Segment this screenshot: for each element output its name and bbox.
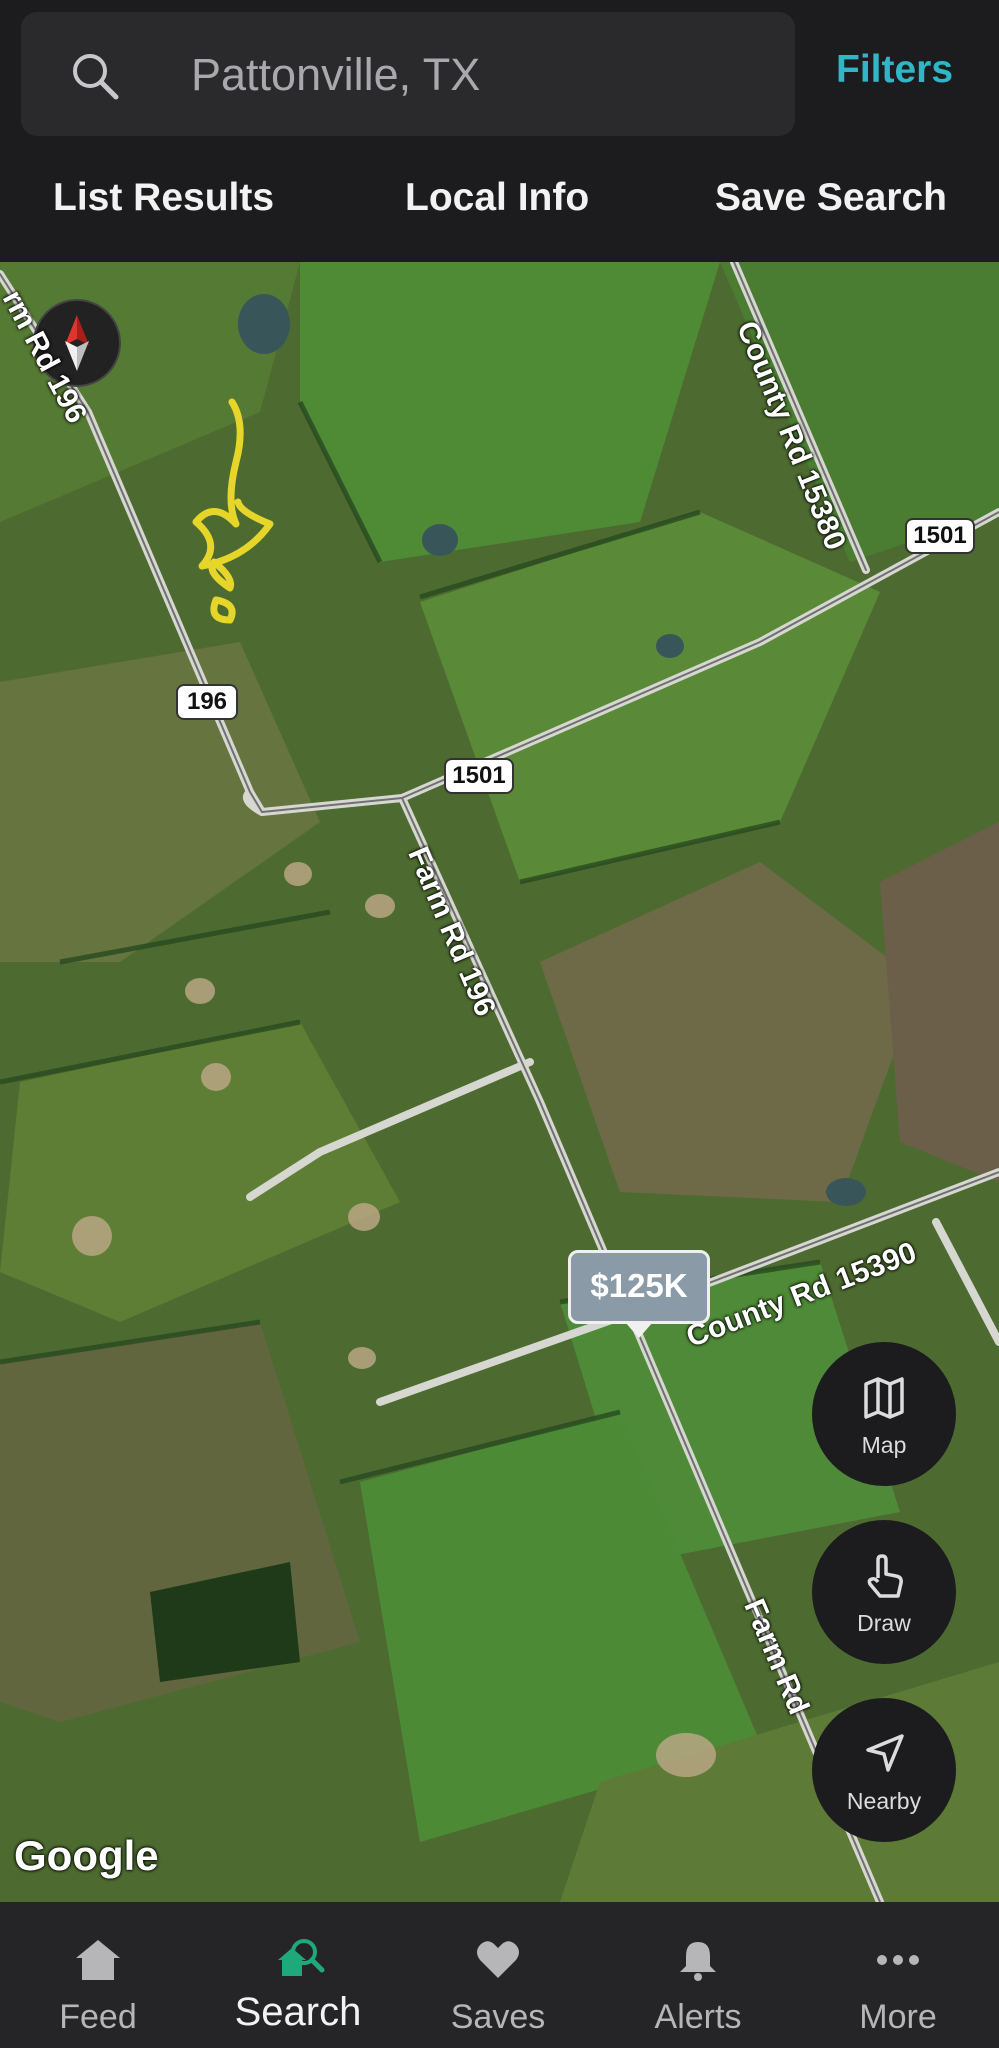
- top-bar: Filters List Results Local Info Save Sea…: [0, 0, 999, 262]
- nav-alerts[interactable]: Alerts: [608, 1902, 788, 2048]
- search-bar[interactable]: [21, 12, 795, 136]
- nearby-label: Nearby: [846, 1788, 922, 1814]
- search-icon: [73, 54, 119, 100]
- search-input[interactable]: [189, 38, 773, 112]
- save-search-button[interactable]: Save Search: [715, 176, 947, 220]
- search-home-icon: [278, 1939, 325, 1976]
- listing-price-marker[interactable]: $125K: [568, 1250, 710, 1338]
- nav-saves-label: Saves: [450, 1998, 546, 2036]
- nav-saves[interactable]: Saves: [408, 1902, 588, 2048]
- list-results-button[interactable]: List Results: [53, 176, 274, 220]
- draw-button[interactable]: Draw: [812, 1520, 956, 1664]
- nav-search-label: Search: [234, 1990, 362, 2034]
- google-attribution: Google: [14, 1832, 159, 1879]
- draw-label: Draw: [857, 1610, 911, 1636]
- nav-feed[interactable]: Feed: [8, 1902, 188, 2048]
- filters-button[interactable]: Filters: [836, 48, 953, 92]
- nav-more[interactable]: More: [808, 1902, 988, 2048]
- nav-more-label: More: [859, 1998, 937, 2036]
- home-icon: [76, 1940, 120, 1980]
- location-arrow-icon: [866, 1734, 904, 1772]
- satellite-map[interactable]: rm Rd 196 County Rd 15380 Farm Rd 196 Co…: [0, 262, 999, 1902]
- route-shield-1501-a: 1501: [905, 518, 975, 554]
- bottom-navigation: Feed Search Saves Alerts More: [0, 1902, 999, 2048]
- map-icon: [864, 1377, 904, 1419]
- map-view-button[interactable]: Map: [812, 1342, 956, 1486]
- map-view-label: Map: [861, 1432, 907, 1458]
- heart-icon: [477, 1941, 519, 1978]
- map-imagery: [0, 262, 999, 1902]
- more-dots-icon: [877, 1955, 919, 1965]
- hand-pointer-icon: [867, 1554, 903, 1598]
- nearby-button[interactable]: Nearby: [812, 1698, 956, 1842]
- nav-feed-label: Feed: [59, 1998, 137, 2036]
- nav-alerts-label: Alerts: [654, 1998, 742, 2036]
- route-shield-196: 196: [176, 684, 238, 720]
- local-info-button[interactable]: Local Info: [405, 176, 589, 220]
- nav-search[interactable]: Search: [208, 1902, 388, 2048]
- search-actions: List Results Local Info Save Search: [0, 176, 999, 236]
- route-shield-1501-b: 1501: [444, 758, 514, 794]
- bell-icon: [680, 1942, 716, 1981]
